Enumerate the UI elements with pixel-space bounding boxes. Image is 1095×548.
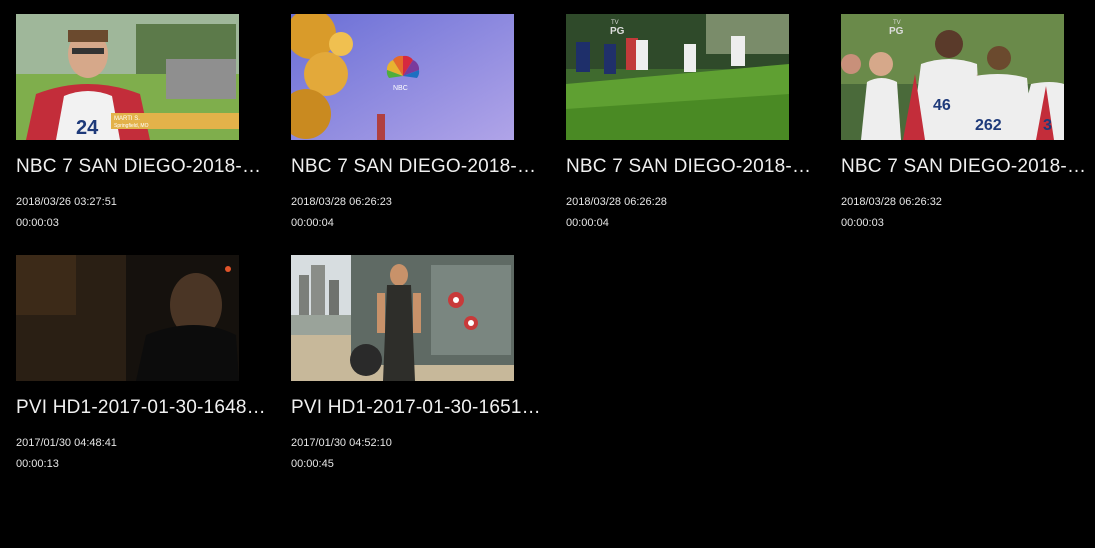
- recording-duration: 00:00:04: [566, 217, 609, 229]
- svg-text:262: 262: [975, 117, 1002, 134]
- recording-duration: 00:00:03: [841, 217, 884, 229]
- recording-card[interactable]: 46 262 3 TV PG NBC 7 SAN DIEGO-2018-0… 2…: [841, 14, 1091, 234]
- recording-date: 2017/01/30 04:52:10: [291, 437, 392, 449]
- recording-card[interactable]: TV PG NBC 7 SAN DIEGO-2018-0… 2018/03/28…: [566, 14, 816, 234]
- svg-text:24: 24: [76, 117, 99, 139]
- recording-card[interactable]: 24 MARTI S. Springfield, MO NBC 7 SAN DI…: [16, 14, 266, 234]
- recording-duration: 00:00:04: [291, 217, 334, 229]
- recording-card[interactable]: PVI HD1-2017-01-30-1651… 2017/01/30 04:5…: [291, 255, 541, 475]
- recordings-grid: 24 MARTI S. Springfield, MO NBC 7 SAN DI…: [0, 0, 1095, 548]
- recording-title: PVI HD1-2017-01-30-1651…: [291, 397, 541, 418]
- recording-title: NBC 7 SAN DIEGO-2018-0…: [291, 156, 541, 177]
- thumbnail-contestant-closeup[interactable]: 24 MARTI S. Springfield, MO: [16, 14, 239, 140]
- svg-text:46: 46: [933, 97, 951, 114]
- recording-title: PVI HD1-2017-01-30-1648…: [16, 397, 266, 418]
- recording-date: 2018/03/28 06:26:23: [291, 196, 392, 208]
- thumbnail-woman-armored-truck[interactable]: [291, 255, 514, 381]
- recording-duration: 00:00:03: [16, 217, 59, 229]
- recording-title: NBC 7 SAN DIEGO-2018-0…: [566, 156, 816, 177]
- thumbnail-nbc-logo[interactable]: NBC: [291, 14, 514, 140]
- svg-text:MARTI S.: MARTI S.: [114, 116, 140, 122]
- recording-title: NBC 7 SAN DIEGO-2018-0…: [16, 156, 266, 177]
- recording-card[interactable]: PVI HD1-2017-01-30-1648… 2017/01/30 04:4…: [16, 255, 266, 475]
- recording-date: 2018/03/28 06:26:32: [841, 196, 942, 208]
- svg-text:NBC: NBC: [393, 85, 408, 92]
- svg-text:3: 3: [1043, 117, 1052, 134]
- recording-duration: 00:00:13: [16, 458, 59, 470]
- thumbnail-dark-movie-scene[interactable]: [16, 255, 239, 381]
- recording-date: 2018/03/26 03:27:51: [16, 196, 117, 208]
- svg-text:Springfield, MO: Springfield, MO: [114, 123, 149, 129]
- thumbnail-team-running[interactable]: TV PG: [566, 14, 789, 140]
- recording-title: NBC 7 SAN DIEGO-2018-0…: [841, 156, 1091, 177]
- thumbnail-team-walking[interactable]: 46 262 3 TV PG: [841, 14, 1064, 140]
- svg-text:PG: PG: [889, 26, 904, 37]
- svg-text:PG: PG: [610, 26, 625, 37]
- recording-card[interactable]: NBC NBC 7 SAN DIEGO-2018-0… 2018/03/28 0…: [291, 14, 541, 234]
- recording-duration: 00:00:45: [291, 458, 334, 470]
- recording-date: 2018/03/28 06:26:28: [566, 196, 667, 208]
- recording-date: 2017/01/30 04:48:41: [16, 437, 117, 449]
